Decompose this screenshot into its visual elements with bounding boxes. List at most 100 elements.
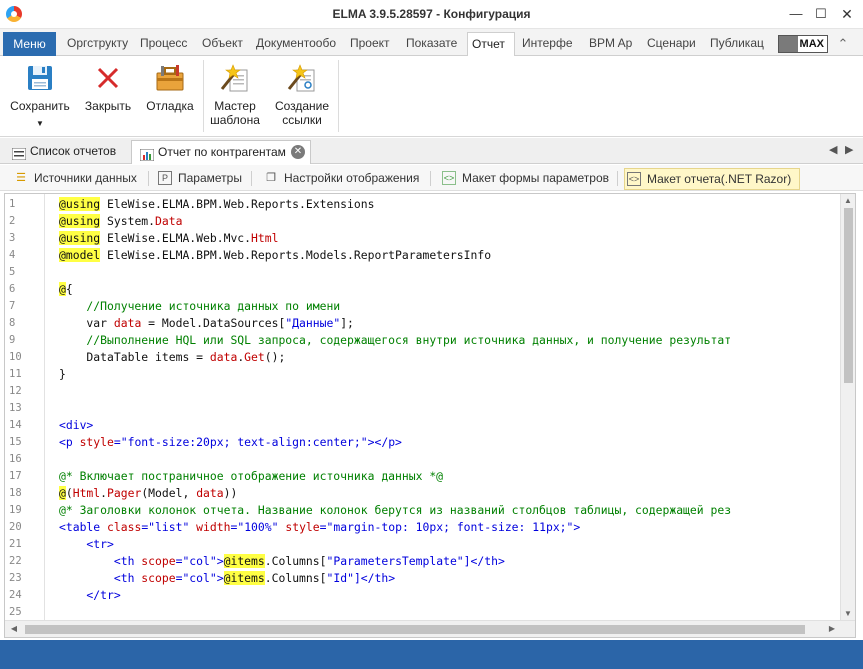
line-number: 7: [9, 300, 16, 312]
save-dropdown-icon[interactable]: ▼: [6, 117, 74, 131]
vertical-scroll-thumb[interactable]: [844, 208, 853, 383]
template-master-label: Мастер шаблона: [210, 99, 260, 127]
debug-label: Отладка: [146, 99, 194, 113]
tab-reports-list[interactable]: Список отчетов: [4, 140, 128, 164]
close-tab-icon[interactable]: ✕: [291, 145, 305, 159]
tab-project[interactable]: Проект: [346, 32, 394, 56]
sub-tab-separator: [617, 171, 618, 186]
line-number: 1: [9, 198, 16, 210]
tab-scenarios[interactable]: Сценари: [643, 32, 700, 56]
line-number: 15: [9, 436, 22, 448]
tab-report-layout[interactable]: <> Макет отчета(.NET Razor): [624, 168, 801, 190]
code-line: @* Заголовки колонок отчета. Название ко…: [59, 503, 732, 517]
menu-button[interactable]: Меню: [3, 32, 56, 56]
magic-wand-document-icon: [219, 62, 251, 94]
report-layout-label: Макет отчета(.NET Razor): [647, 172, 792, 186]
line-number: 17: [9, 470, 22, 482]
tab-report[interactable]: Отчет: [467, 32, 515, 57]
code-line: @using System.Data: [59, 214, 183, 228]
create-link-label: Создание ссылки: [274, 99, 330, 127]
maximize-icon[interactable]: ☐: [808, 3, 834, 25]
template-master-button[interactable]: Мастер шаблона: [207, 62, 263, 127]
line-number: 4: [9, 249, 16, 261]
max-toggle[interactable]: MAX: [778, 35, 828, 53]
horizontal-scrollbar[interactable]: ◀ ▶: [5, 620, 855, 637]
code-editor[interactable]: 1 2 3 4 5 6 7 8 9 10 11 12 13 14 15 16 1…: [4, 193, 856, 638]
tab-data-sources[interactable]: ☰ Источники данных: [12, 168, 137, 190]
code-line: //Выполнение HQL или SQL запроса, содерж…: [59, 333, 732, 347]
display-settings-label: Настройки отображения: [284, 171, 420, 185]
close-icon[interactable]: ✕: [834, 3, 860, 25]
line-number-gutter: 1 2 3 4 5 6 7 8 9 10 11 12 13 14 15 16 1…: [5, 194, 45, 620]
line-number: 25: [9, 606, 22, 618]
horizontal-scroll-thumb[interactable]: [25, 625, 805, 634]
window-settings-icon: ❐: [266, 172, 276, 184]
tab-object[interactable]: Объект: [198, 32, 247, 56]
report-sub-tabs: ☰ Источники данных P Параметры ❐ Настрой…: [0, 165, 863, 191]
title-bar: ELMA 3.9.5.28597 - Конфигурация — ☐ ✕: [0, 0, 863, 29]
tab-report-contractors[interactable]: Отчет по контрагентам ✕: [131, 140, 311, 164]
line-number: 21: [9, 538, 22, 550]
sub-tab-separator: [430, 171, 431, 186]
line-number: 12: [9, 385, 22, 397]
floppy-disk-icon: [24, 62, 56, 94]
tab-orgstructure[interactable]: Оргструкту: [63, 32, 132, 56]
magic-wand-link-icon: [286, 62, 318, 94]
tab-scroll-left-icon[interactable]: ◀: [829, 143, 837, 156]
close-report-button[interactable]: Закрыть: [80, 62, 136, 113]
tab-documents[interactable]: Документообо: [252, 32, 340, 56]
line-number: 10: [9, 351, 22, 363]
code-line: }: [59, 367, 66, 381]
line-number: 18: [9, 487, 22, 499]
ribbon: Сохранить ▼ Закрыть Отладка Мастер шабло…: [0, 56, 863, 137]
tab-interface[interactable]: Интерфе: [518, 32, 577, 56]
scroll-right-icon[interactable]: ▶: [825, 621, 839, 637]
line-number: 8: [9, 317, 16, 329]
save-button[interactable]: Сохранить ▼: [6, 62, 74, 131]
code-line: <table class="list" width="100%" style="…: [59, 520, 581, 534]
line-number: 6: [9, 283, 16, 295]
ribbon-tab-row: Меню Оргструкту Процесс Объект Документо…: [0, 29, 863, 57]
line-number: 13: [9, 402, 22, 414]
code-line: //Получение источника данных по имени: [59, 299, 341, 313]
tab-scroll-right-icon[interactable]: ▶: [845, 143, 853, 156]
line-number: 14: [9, 419, 22, 431]
document-tabs: Список отчетов Отчет по контрагентам ✕ ◀…: [0, 138, 863, 164]
tab-params-form-layout[interactable]: <> Макет формы параметров: [440, 168, 609, 190]
line-number: 16: [9, 453, 22, 465]
red-cross-icon: [92, 62, 124, 94]
scroll-left-icon[interactable]: ◀: [7, 621, 21, 637]
scroll-down-icon[interactable]: ▼: [841, 607, 855, 620]
code-tag-icon: <>: [442, 171, 456, 185]
toolbox-icon: [154, 62, 186, 94]
close-label: Закрыть: [84, 99, 132, 113]
report-chart-icon: [139, 146, 155, 162]
code-line: <tr>: [59, 537, 114, 551]
scroll-up-icon[interactable]: ▲: [841, 194, 855, 207]
create-link-button[interactable]: Создание ссылки: [268, 62, 336, 127]
code-line: @* Включает постраничное отображение ист…: [59, 469, 444, 483]
tab-parameters[interactable]: P Параметры: [156, 168, 242, 190]
tab-indicators[interactable]: Показате: [402, 32, 461, 56]
debug-button[interactable]: Отладка: [142, 62, 198, 113]
line-number: 22: [9, 555, 22, 567]
line-number: 9: [9, 334, 16, 346]
list-icon: [11, 145, 27, 161]
code-line: <p style="font-size:20px; text-align:cen…: [59, 435, 402, 449]
tab-bpm-apps[interactable]: BPM Ap: [585, 32, 636, 56]
vertical-scrollbar[interactable]: ▲ ▼: [840, 194, 855, 620]
parameters-icon: P: [158, 171, 172, 185]
window-title: ELMA 3.9.5.28597 - Конфигурация: [332, 7, 531, 21]
save-label: Сохранить: [10, 99, 70, 113]
code-area[interactable]: @using EleWise.ELMA.BPM.Web.Reports.Exte…: [47, 194, 842, 620]
tab-publication[interactable]: Публикац: [706, 32, 768, 56]
code-line: @{: [59, 282, 73, 296]
line-number: 11: [9, 368, 22, 380]
collapse-ribbon-icon[interactable]: ⌃: [833, 34, 853, 54]
minimize-icon[interactable]: —: [783, 3, 809, 25]
code-line: @using EleWise.ELMA.BPM.Web.Reports.Exte…: [59, 197, 375, 211]
tab-display-settings[interactable]: ❐ Настройки отображения: [262, 168, 419, 190]
code-line: <th scope="col">@items.Columns["Paramete…: [59, 554, 505, 568]
code-line: </tr>: [59, 588, 121, 602]
tab-process[interactable]: Процесс: [136, 32, 191, 56]
